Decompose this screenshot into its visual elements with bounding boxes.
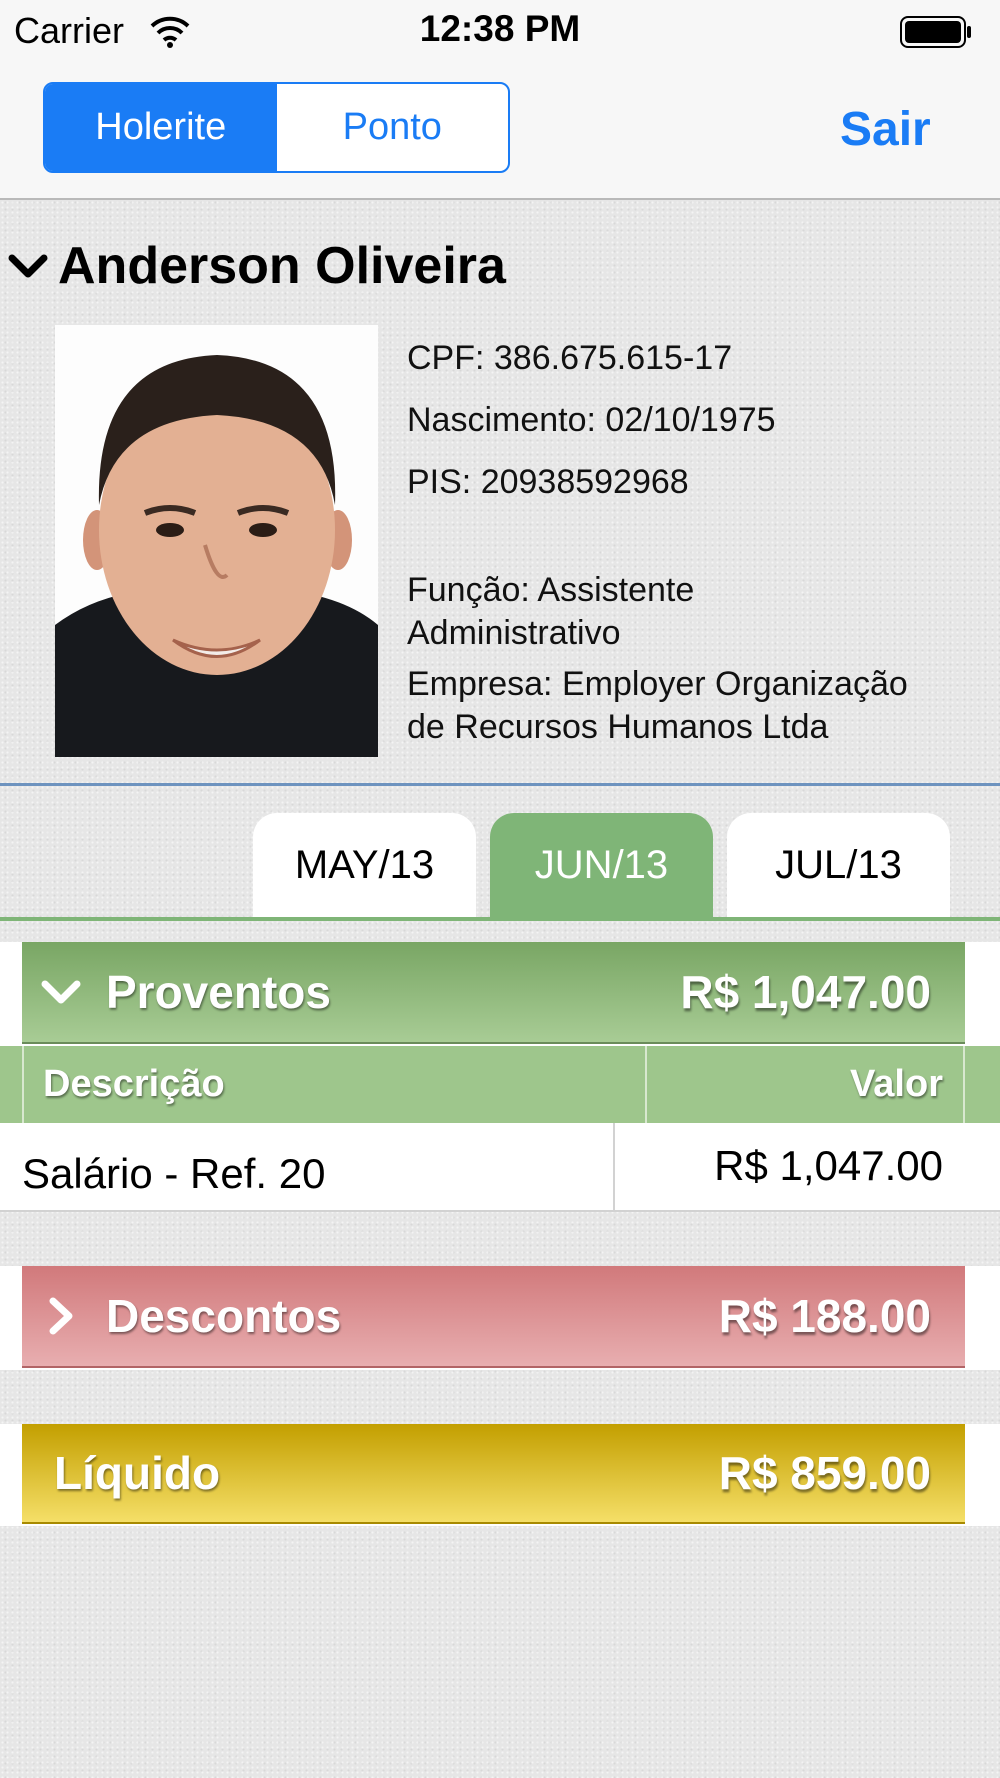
chevron-down-icon (41, 980, 81, 1004)
tab-jun-13[interactable]: JUN/13 (490, 813, 713, 918)
chevron-down-icon[interactable] (8, 252, 48, 282)
employee-name: Anderson Oliveira (58, 237, 506, 295)
battery-icon (900, 16, 971, 48)
section-divider (0, 783, 1000, 786)
role-info-line2: Administrativo (407, 614, 621, 652)
pis-info: PIS: 20938592968 (407, 463, 689, 501)
column-header-value: Valor (850, 1063, 943, 1105)
logout-button[interactable]: Sair (840, 102, 931, 157)
liquido-header: Líquido R$ 859.00 (22, 1424, 965, 1524)
descontos-header[interactable]: Descontos R$ 188.00 (22, 1266, 965, 1368)
descontos-total: R$ 188.00 (718, 1290, 931, 1342)
view-segmented-control[interactable]: Holerite Ponto (43, 82, 510, 173)
employee-photo (55, 325, 378, 757)
company-info-line2: de Recursos Humanos Ltda (407, 708, 829, 746)
column-divider (963, 1046, 965, 1123)
birth-info: Nascimento: 02/10/1975 (407, 401, 776, 439)
tab-may-13[interactable]: MAY/13 (253, 813, 476, 918)
liquido-total: R$ 859.00 (718, 1447, 931, 1499)
navigation-bar: Holerite Ponto Sair (0, 62, 1000, 200)
proventos-total: R$ 1,047.00 (680, 966, 931, 1018)
column-header-description: Descrição (43, 1063, 225, 1105)
tabs-underline (0, 917, 1000, 921)
segment-holerite[interactable]: Holerite (45, 84, 277, 171)
row-description: Salário - Ref. 20 (22, 1150, 326, 1197)
tab-jul-13[interactable]: JUL/13 (727, 813, 950, 918)
company-info-line1: Empresa: Employer Organização (407, 665, 908, 703)
status-time: 12:38 PM (419, 8, 581, 49)
proventos-header[interactable]: Proventos R$ 1,047.00 (22, 942, 965, 1044)
cpf-info: CPF: 386.675.615-17 (407, 339, 733, 377)
chevron-right-icon (49, 1297, 73, 1335)
row-value: R$ 1,047.00 (714, 1142, 943, 1189)
proventos-title: Proventos (106, 966, 331, 1018)
role-info-line1: Função: Assistente (407, 571, 695, 609)
segment-ponto[interactable]: Ponto (277, 84, 509, 171)
column-divider (22, 1046, 24, 1123)
column-divider (613, 1123, 615, 1210)
column-divider (645, 1046, 647, 1123)
liquido-title: Líquido (54, 1447, 221, 1499)
descontos-title: Descontos (106, 1290, 342, 1342)
